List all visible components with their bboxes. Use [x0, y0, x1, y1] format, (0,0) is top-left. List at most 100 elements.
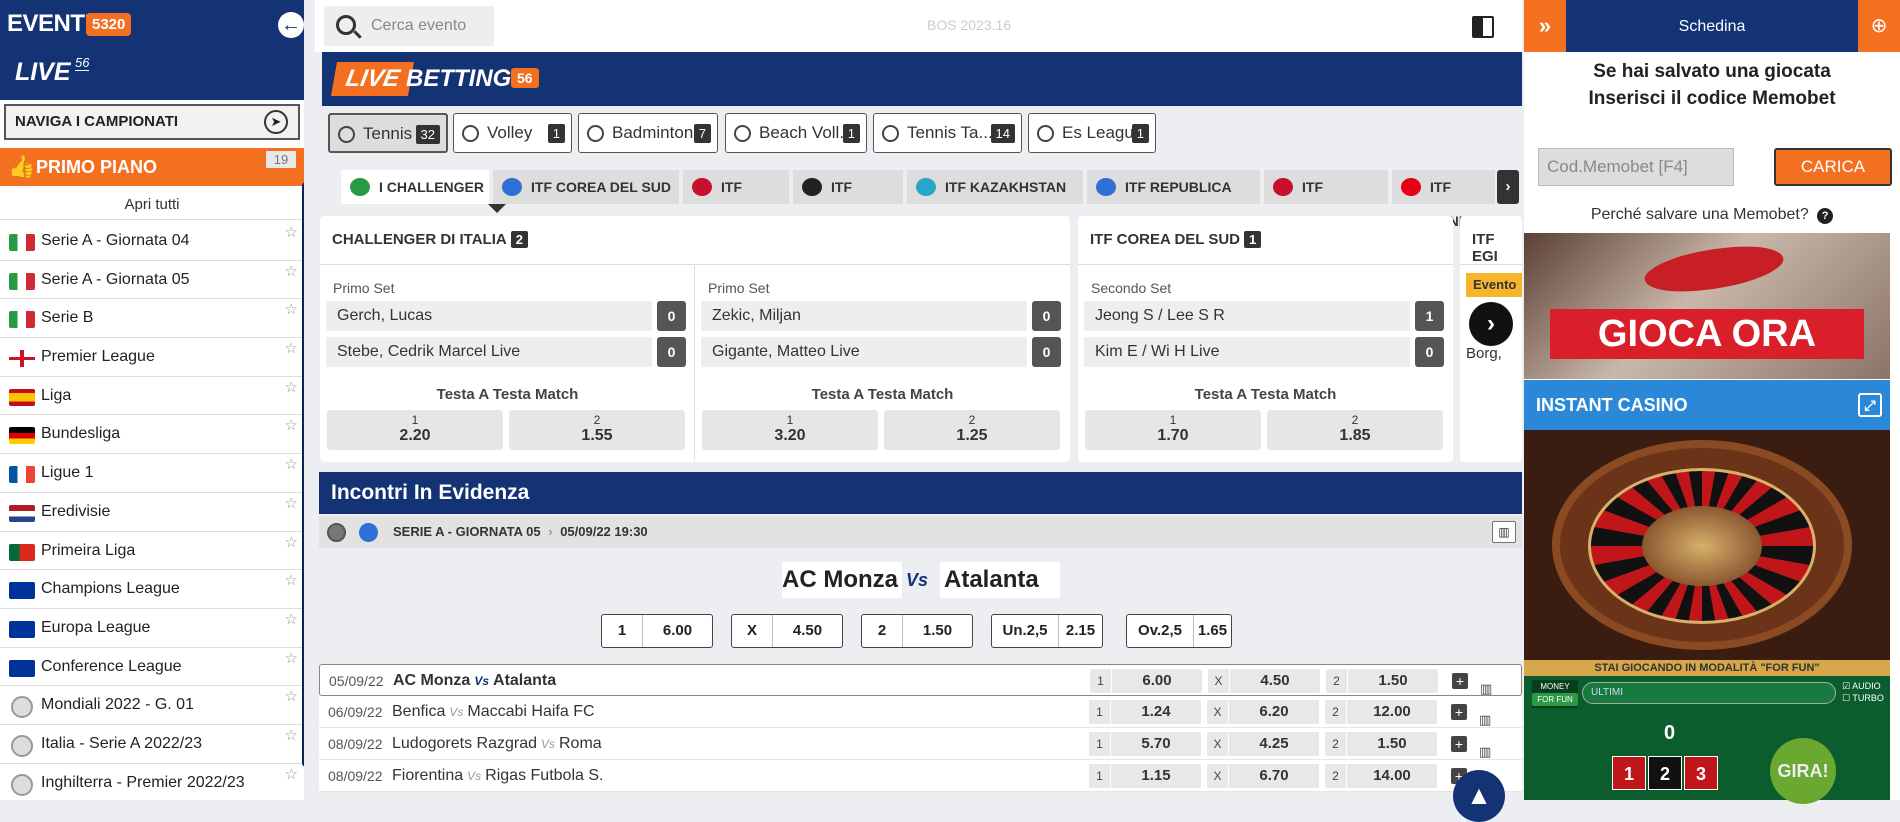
odd-2-button[interactable]: 2 12.00	[1325, 700, 1437, 724]
featured-bet-button[interactable]: X 4.50	[731, 614, 843, 648]
odd-2-button[interactable]: 2 14.00	[1325, 764, 1437, 788]
championship-tab[interactable]: ITF COREA DEL SUD	[493, 170, 679, 204]
primo-piano-header[interactable]: 👍 PRIMO PIANO 19	[0, 148, 304, 186]
championship-tab[interactable]: ITF EGITTO	[683, 170, 789, 229]
star-icon[interactable]: ☆	[285, 253, 298, 291]
sidebar-item[interactable]: Bundesliga ☆	[0, 415, 304, 455]
table-row[interactable]: 08/09/22 Fiorentina Vs Rigas Futbola S. 1 1.1…	[319, 760, 1522, 792]
sidebar-item[interactable]: Premier League ☆	[0, 338, 304, 377]
odd-button[interactable]: 1 3.20	[702, 410, 878, 450]
odd-1-button[interactable]: 1 6.00	[1090, 669, 1202, 693]
search-box[interactable]: Cerca evento	[324, 6, 494, 46]
chevron-right-icon[interactable]: ›	[1497, 170, 1519, 204]
featured-bet-button[interactable]: 1 6.00	[601, 614, 713, 648]
plus-icon[interactable]: +	[1451, 704, 1467, 720]
table-row[interactable]: 06/09/22 Benfica Vs Maccabi Haifa FC 1 1.24 X 6…	[319, 696, 1522, 728]
championship-tab[interactable]: ITF SLOVENIA	[1264, 170, 1388, 229]
odd-button[interactable]: 1 2.20	[327, 410, 503, 450]
odd-button[interactable]: 2 1.55	[509, 410, 685, 450]
sidebar-item[interactable]: Serie B ☆	[0, 299, 304, 339]
odd-button[interactable]: 1 1.70	[1085, 410, 1261, 450]
star-icon[interactable]: ☆	[285, 330, 298, 368]
star-icon[interactable]: ☆	[285, 678, 298, 716]
sidebar-item[interactable]: Inghilterra - Premier 2022/23 ☆	[0, 764, 304, 800]
sport-tab[interactable]: Es League ...1	[1028, 113, 1156, 180]
gioca-ora-banner[interactable]: GIOCA ORA	[1524, 233, 1890, 379]
plus-icon[interactable]: +	[1452, 673, 1468, 689]
sidebar-item[interactable]: Mondiali 2022 - G. 01 ☆	[0, 686, 304, 725]
zoom-icon[interactable]: ⊕	[1858, 0, 1900, 52]
mode-switch[interactable]: MONEY FOR FUN	[1532, 680, 1578, 708]
odd-x-button[interactable]: X 6.70	[1207, 764, 1319, 788]
sport-tab[interactable]: Beach Voll... 1	[725, 113, 867, 153]
star-icon[interactable]: ☆	[285, 756, 298, 794]
odd-1-button[interactable]: 1 5.70	[1089, 732, 1201, 756]
roulette-number-2[interactable]: 2	[1648, 756, 1682, 790]
game-options[interactable]: ☑ AUDIO ☐ TURBO	[1842, 680, 1884, 704]
live-match[interactable]: Primo Set Zekic, Miljan 0 Gigante, Matteo L…	[695, 266, 1070, 460]
sidebar-item[interactable]: Conference League ☆	[0, 648, 304, 687]
sidebar-item[interactable]: Liga ☆	[0, 377, 304, 416]
championship-tab[interactable]: ITF REPUBLICA CECA	[1087, 170, 1260, 229]
carica-button[interactable]: CARICA	[1774, 148, 1892, 186]
featured-bet-button[interactable]: Un.2,5 2.15	[991, 614, 1103, 648]
star-icon[interactable]: ☆	[285, 446, 298, 484]
star-icon[interactable]: ☆	[285, 291, 298, 329]
star-icon[interactable]: ☆	[285, 601, 298, 639]
stats-icon[interactable]: ▥	[1492, 521, 1516, 543]
expand-icon[interactable]: ⤢	[1858, 393, 1882, 417]
naviga-campionati-button[interactable]: NAVIGA I CAMPIONATI ➤	[4, 104, 300, 140]
odd-x-button[interactable]: X 4.50	[1208, 669, 1320, 693]
odd-button[interactable]: 2 1.25	[884, 410, 1060, 450]
star-icon[interactable]: ☆	[285, 214, 298, 252]
back-arrow-icon[interactable]: ←	[278, 12, 304, 38]
search-input[interactable]: Cerca evento	[371, 17, 466, 34]
star-icon[interactable]: ☆	[285, 562, 298, 600]
championship-tab[interactable]: ITF TUNISIA	[1392, 170, 1495, 229]
live-match[interactable]: Primo Set Gerch, Lucas 0 Stebe, Cedrik Marc…	[320, 266, 695, 460]
fullscreen-icon[interactable]	[1472, 16, 1494, 38]
why-memobet-link[interactable]: Perché salvare una Memobet? ?	[1524, 206, 1900, 224]
featured-bet-button[interactable]: Ov.2,5 1.65	[1126, 614, 1232, 648]
sidebar-item[interactable]: Champions League ☆	[0, 570, 304, 609]
star-icon[interactable]: ☆	[285, 524, 298, 562]
plus-icon[interactable]: +	[1451, 736, 1467, 752]
sidebar-item[interactable]: Primeira Liga ☆	[0, 532, 304, 571]
star-icon[interactable]: ☆	[285, 369, 298, 407]
live-label[interactable]: LIVE	[15, 58, 71, 87]
championship-tab[interactable]: ITF KAZAKHSTAN	[907, 170, 1083, 204]
star-icon[interactable]: ☆	[285, 717, 298, 755]
odd-x-button[interactable]: X 4.25	[1207, 732, 1319, 756]
sport-tab[interactable]: Tennis Ta... 14	[873, 113, 1022, 153]
sidebar-item[interactable]: Serie A - Giornata 04 ☆	[0, 222, 304, 261]
roulette-number-1[interactable]: 1	[1612, 756, 1646, 790]
odd-1-button[interactable]: 1 1.24	[1089, 700, 1201, 724]
roulette-number-3[interactable]: 3	[1684, 756, 1718, 790]
sidebar-item[interactable]: Europa League ☆	[0, 609, 304, 648]
odd-2-button[interactable]: 2 1.50	[1325, 732, 1437, 756]
championship-tab[interactable]: I CHALLENGER DI ITALIA	[341, 170, 506, 229]
odd-button[interactable]: 2 1.85	[1267, 410, 1443, 450]
odd-1-button[interactable]: 1 1.15	[1089, 764, 1201, 788]
table-row[interactable]: 05/09/22 AC Monza Vs Atalanta 1 6.00 X 4.50 2 1.5…	[319, 664, 1522, 696]
sidebar-item[interactable]: Ligue 1 ☆	[0, 454, 304, 493]
star-icon[interactable]: ☆	[285, 485, 298, 523]
roulette-zero[interactable]: 0	[1664, 722, 1675, 745]
star-icon[interactable]: ☆	[285, 640, 298, 678]
scroll-top-icon[interactable]: ▲	[1453, 770, 1505, 822]
odd-x-button[interactable]: X 6.20	[1207, 700, 1319, 724]
odd-2-button[interactable]: 2 1.50	[1326, 669, 1438, 693]
sidebar-item[interactable]: Serie A - Giornata 05 ☆	[0, 261, 304, 300]
live-match[interactable]: Secondo Set Jeong S / Lee S R 1 Kim E / Wi …	[1078, 266, 1453, 460]
next-arrow-icon[interactable]: ›	[1469, 302, 1513, 346]
sidebar-item[interactable]: Eredivisie ☆	[0, 493, 304, 532]
sidebar-item[interactable]: Italia - Serie A 2022/23 ☆	[0, 725, 304, 764]
championship-tab[interactable]: ITF GERMANIA	[793, 170, 907, 229]
apri-tutti-button[interactable]: Apri tutti	[0, 190, 304, 220]
sport-tab[interactable]: Tennis 32	[328, 113, 448, 153]
star-icon[interactable]: ☆	[285, 407, 298, 445]
sport-tab[interactable]: Badminton 7	[578, 113, 718, 153]
memobet-input[interactable]: Cod.Memobet [F4]	[1538, 148, 1734, 186]
table-row[interactable]: 08/09/22 Ludogorets Razgrad Vs Roma 1 5.70 X 4.…	[319, 728, 1522, 760]
gira-button[interactable]: GIRA!	[1770, 738, 1836, 804]
